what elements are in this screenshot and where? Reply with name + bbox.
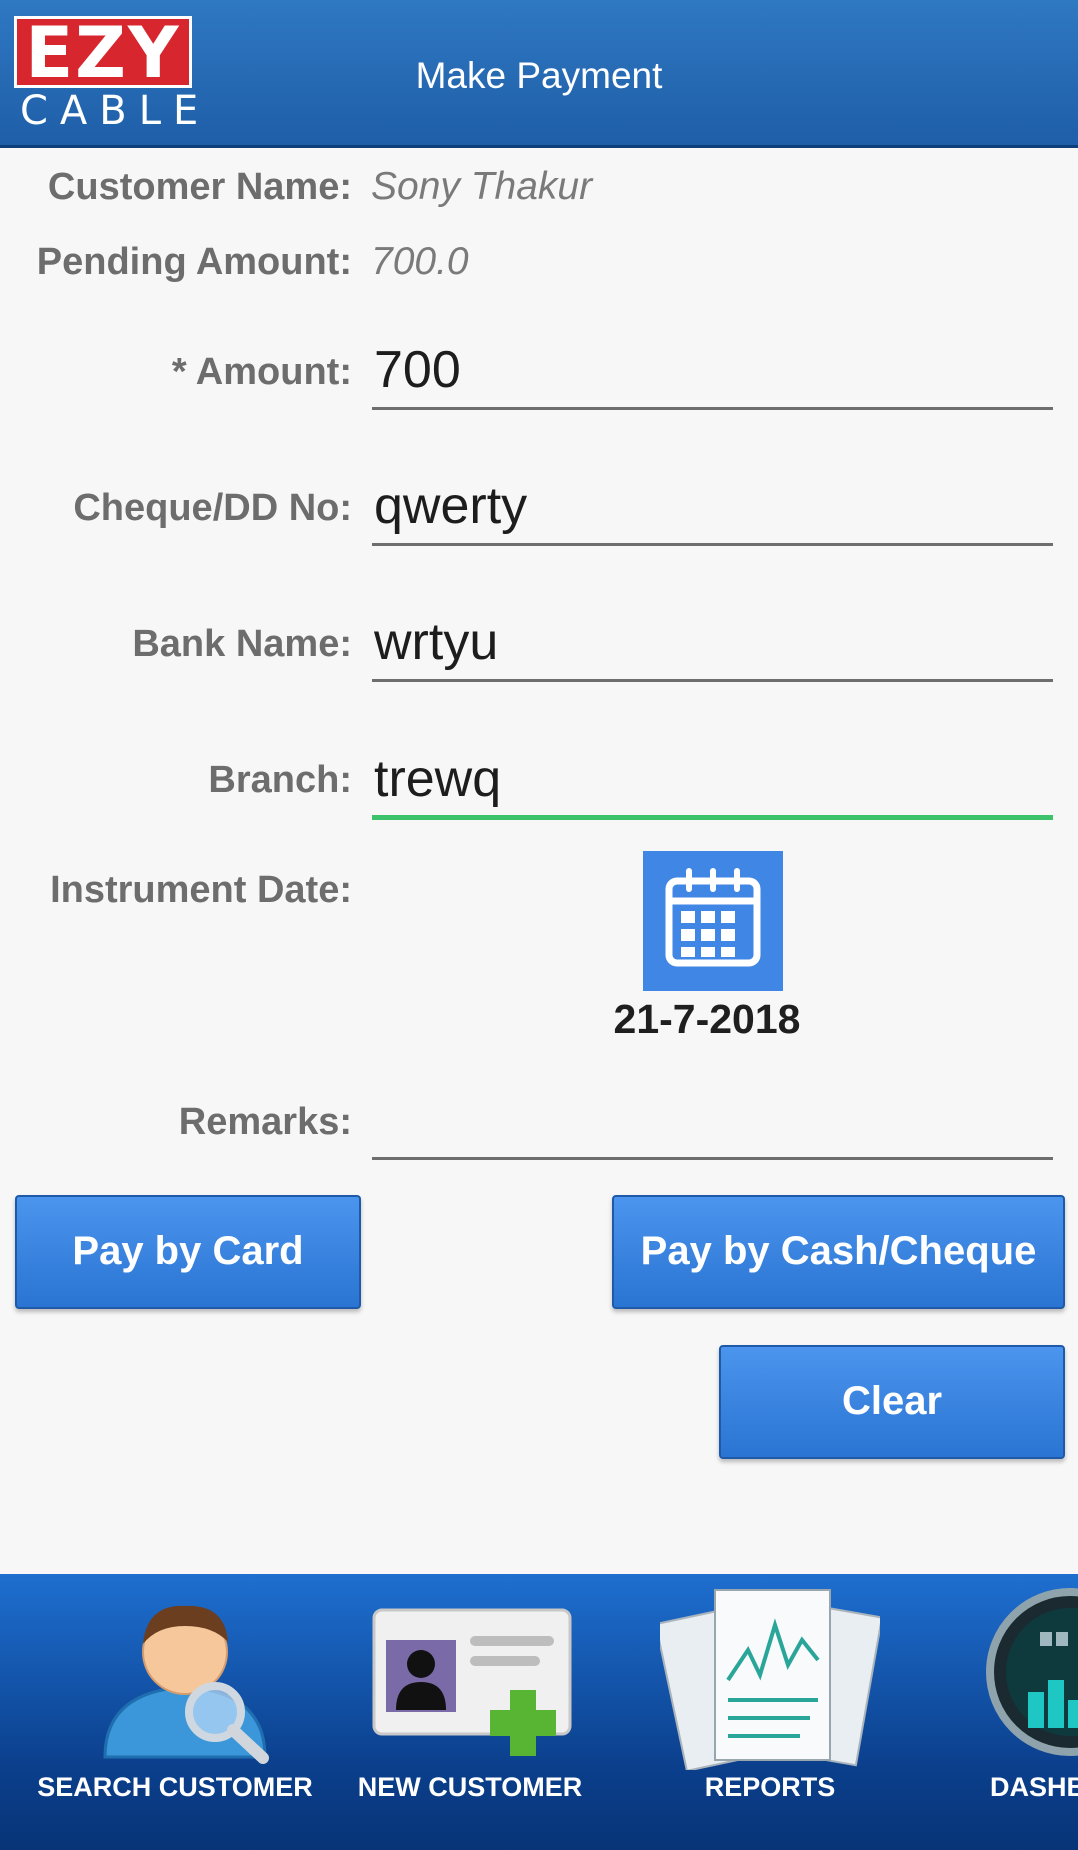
remarks-input[interactable] xyxy=(372,1082,1053,1160)
reports-icon xyxy=(660,1589,880,1770)
remarks-label: Remarks: xyxy=(178,1101,352,1143)
new-customer-icon xyxy=(372,1608,572,1756)
nav-label: SEARCH CUSTOMER xyxy=(37,1772,313,1802)
instrument-date-label: Instrument Date: xyxy=(50,869,352,911)
instrument-date-value: 21-7-2018 xyxy=(613,996,801,1042)
branch-label: Branch: xyxy=(208,759,352,801)
customer-name-label: Customer Name: xyxy=(47,166,352,208)
branch-input[interactable] xyxy=(372,742,1053,820)
nav-dashboard[interactable]: DASHB xyxy=(960,1574,1078,1850)
customer-name-value: Sony Thakur xyxy=(371,165,593,208)
nav-search-customer[interactable]: SEARCH CUSTOMER xyxy=(20,1574,330,1850)
calendar-icon[interactable] xyxy=(643,851,783,991)
nav-new-customer[interactable]: NEW CUSTOMER xyxy=(350,1574,590,1850)
bank-name-label: Bank Name: xyxy=(132,623,352,665)
bottom-nav: SEARCH CUSTOMER NEW CUSTOMER REPORTS DAS… xyxy=(0,1574,1078,1850)
app-header: EZY CABLE Make Payment xyxy=(0,0,1078,148)
pay-by-card-button[interactable]: Pay by Card xyxy=(15,1195,361,1309)
nav-reports[interactable]: REPORTS xyxy=(640,1574,900,1850)
nav-label: DASHB xyxy=(990,1772,1078,1802)
cheque-dd-label: Cheque/DD No: xyxy=(73,487,352,529)
pending-amount-label: Pending Amount: xyxy=(36,241,352,283)
dashboard-icon xyxy=(986,1588,1078,1756)
search-customer-icon xyxy=(103,1605,269,1764)
nav-label: REPORTS xyxy=(704,1772,836,1802)
clear-button[interactable]: Clear xyxy=(719,1345,1065,1459)
bank-name-input[interactable] xyxy=(372,604,1053,682)
amount-input[interactable] xyxy=(372,332,1053,410)
cheque-dd-input[interactable] xyxy=(372,468,1053,546)
page-title: Make Payment xyxy=(415,55,663,96)
nav-label: NEW CUSTOMER xyxy=(357,1772,583,1802)
pay-by-cash-cheque-button[interactable]: Pay by Cash/Cheque xyxy=(612,1195,1065,1309)
amount-label: * Amount: xyxy=(171,351,352,393)
pending-amount-value: 700.0 xyxy=(371,240,469,283)
